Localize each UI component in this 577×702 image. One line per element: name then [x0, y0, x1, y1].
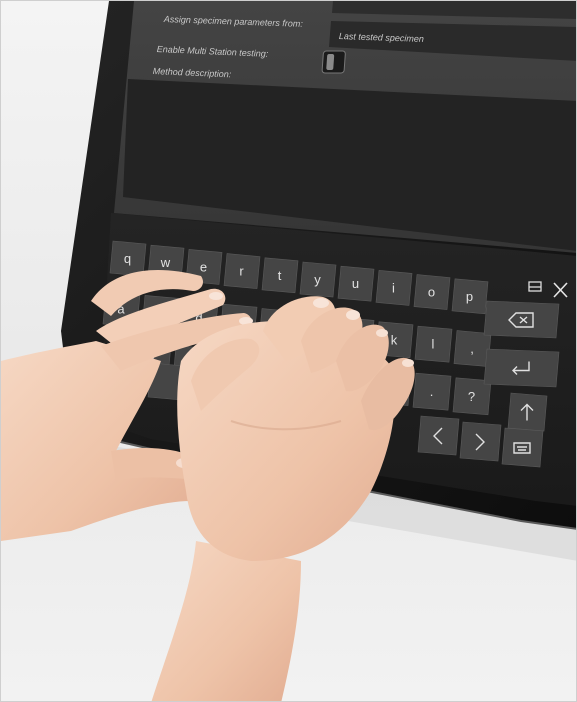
key-p[interactable]: p [451, 278, 489, 315]
key-u[interactable]: u [337, 265, 375, 302]
key-y[interactable]: y [299, 261, 337, 298]
key-r-label: r [239, 264, 244, 279]
key-comma[interactable]: , [453, 330, 492, 367]
key-i-label: i [392, 280, 395, 295]
key-period[interactable]: . [412, 372, 452, 411]
key-u-label: u [352, 276, 359, 291]
key-t-label: t [278, 268, 282, 283]
shift-up-icon[interactable] [507, 392, 548, 432]
scene-drawing: qwertyuiopasdfghjkl,zxcvbnm.? [1, 1, 576, 701]
key-e-label: e [200, 259, 207, 274]
key-l-label: l [432, 337, 435, 352]
enter-icon[interactable] [483, 348, 560, 388]
key-question-label: ? [468, 389, 475, 404]
key-p-label: p [466, 289, 473, 304]
arrow-left-icon[interactable] [417, 415, 460, 456]
key-q-label: q [124, 251, 131, 266]
key-period-label: . [430, 384, 434, 399]
keyboard-icon[interactable] [501, 427, 544, 468]
key-r[interactable]: r [223, 253, 261, 289]
key-comma-label: , [470, 341, 474, 356]
toggle-thumb [326, 54, 335, 70]
key-k-label: k [391, 332, 398, 347]
key-o-label: o [428, 285, 435, 300]
key-q[interactable]: q [109, 240, 147, 277]
key-i[interactable]: i [375, 270, 413, 306]
backspace-icon[interactable] [483, 300, 560, 339]
key-y-label: y [314, 272, 321, 287]
arrow-right-icon[interactable] [459, 421, 502, 462]
key-l[interactable]: l [414, 325, 453, 363]
key-t[interactable]: t [261, 257, 299, 294]
key-o[interactable]: o [413, 274, 451, 310]
photo-scene: qwertyuiopasdfghjkl,zxcvbnm.? [0, 0, 577, 702]
key-w-label: w [160, 255, 171, 270]
